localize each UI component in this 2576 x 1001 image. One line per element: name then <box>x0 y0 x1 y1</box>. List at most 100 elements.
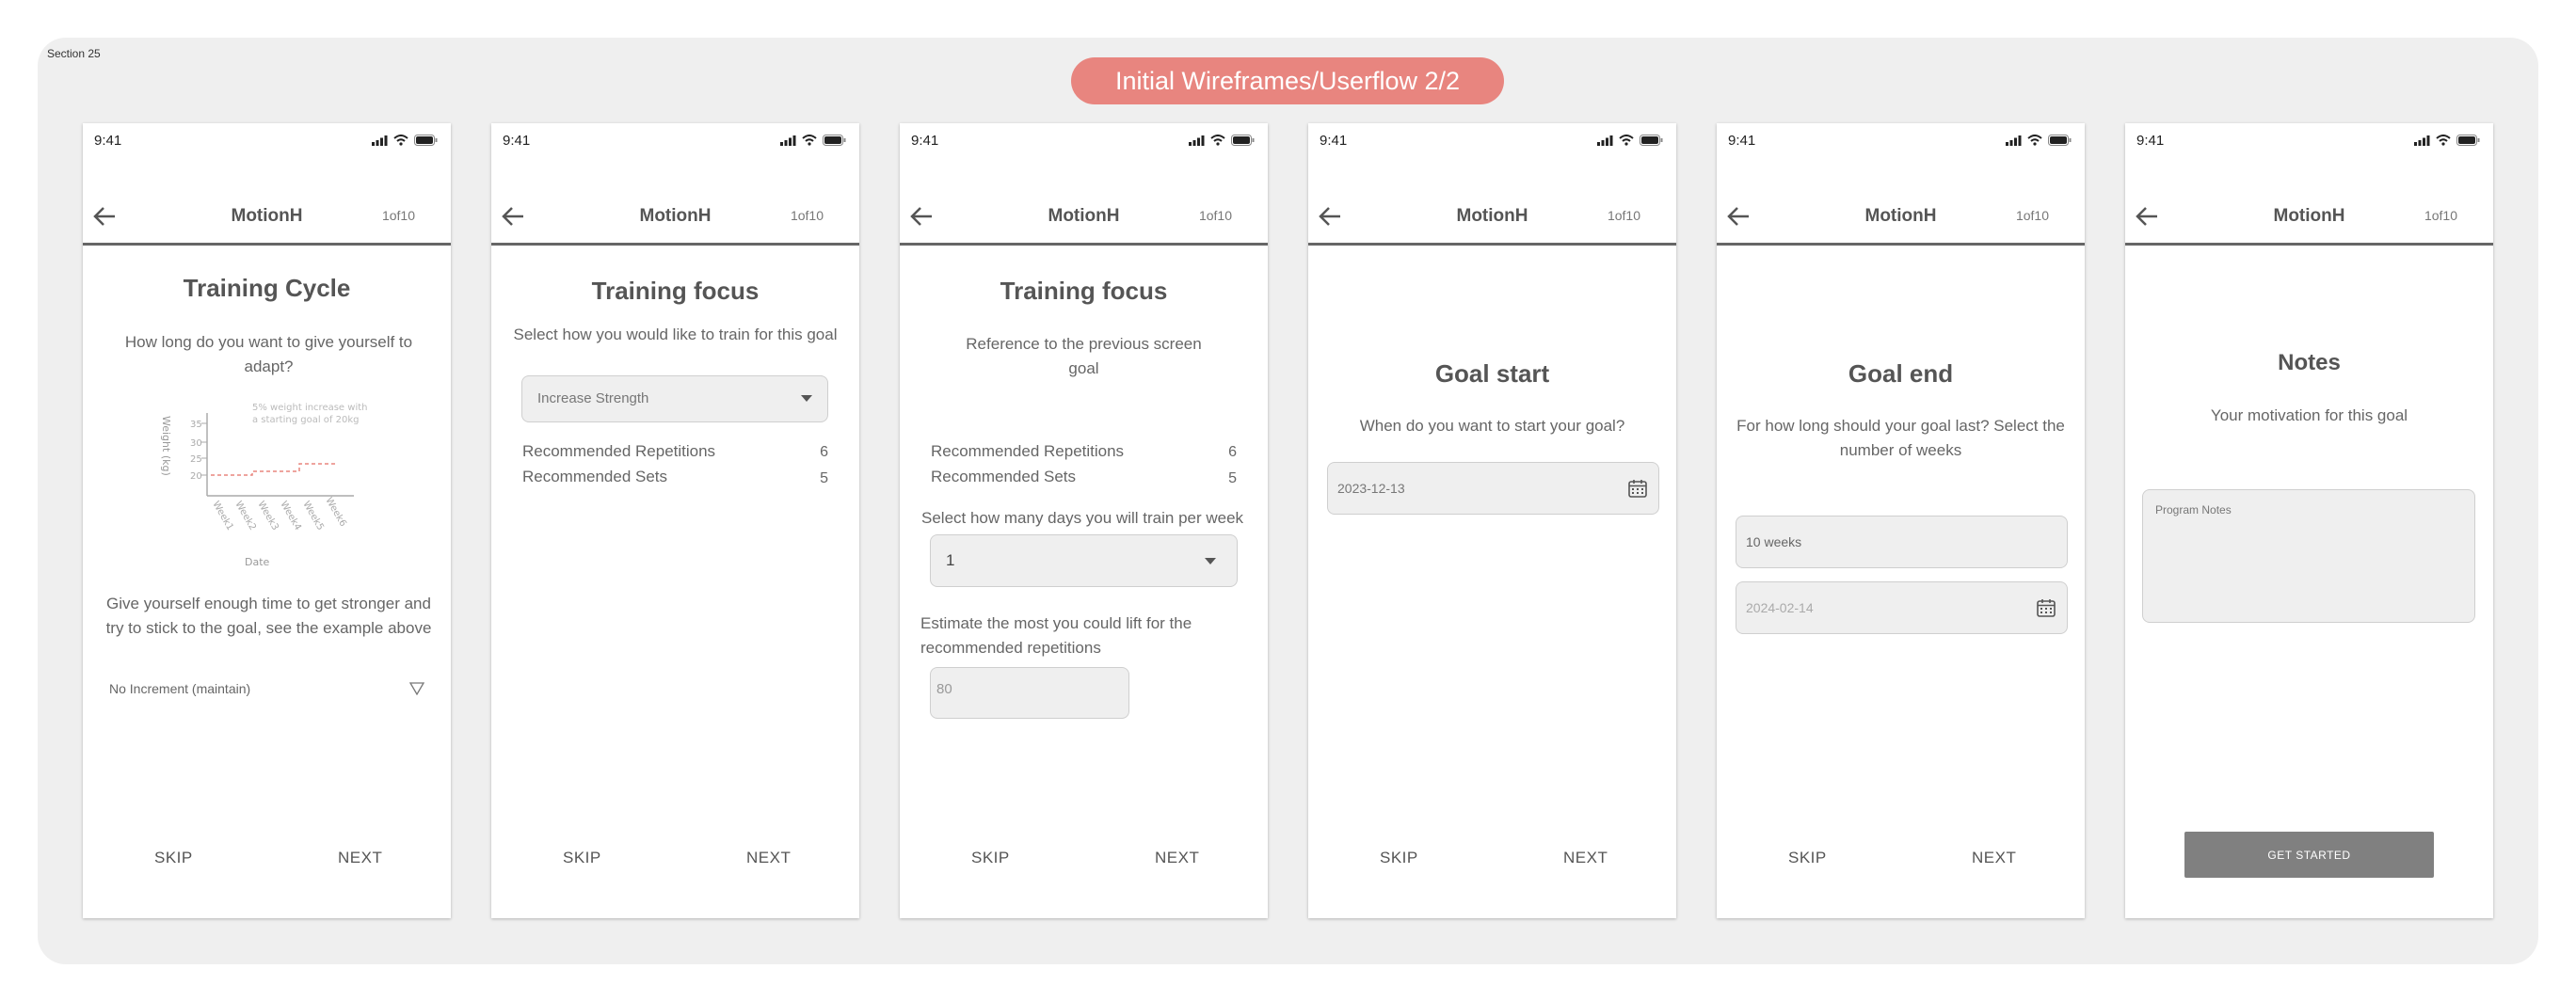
adapt-hint: Give yourself enough time to get stronge… <box>105 595 432 637</box>
wireframes-banner: Initial Wireframes/Userflow 2/2 <box>1071 57 1504 104</box>
chart-annotation-2: a starting goal of 20kg <box>252 415 359 425</box>
xtick-week6: Week6 <box>323 496 347 529</box>
status-bar: 9:41 <box>491 123 859 161</box>
calendar-icon[interactable] <box>2037 598 2056 617</box>
step-indicator: 1of10 <box>790 208 824 223</box>
battery-icon <box>414 135 438 146</box>
signal-icon <box>1189 135 1205 146</box>
phone-notes: 9:41 MotionH 1of10 Notes Your motivation… <box>2125 123 2493 918</box>
next-button[interactable]: NEXT <box>1972 849 2016 867</box>
weeks-input[interactable]: 10 weeks <box>1736 516 2068 568</box>
start-question: When do you want to start your goal? <box>1359 417 1625 435</box>
adapt-question: How long do you want to give yourself to… <box>124 333 413 375</box>
step-indicator: 1of10 <box>381 208 415 223</box>
chart-line-weight <box>211 463 337 476</box>
phone-training-focus-details: 9:41 MotionH 1of10 Training focus Refere… <box>900 123 1268 918</box>
status-time: 9:41 <box>94 133 122 149</box>
days-select[interactable]: 1 <box>930 534 1238 587</box>
skip-button[interactable]: SKIP <box>563 849 601 867</box>
example-weight-chart: 5% weight increase with a starting goal … <box>160 403 367 567</box>
xtick-week2: Week2 <box>232 500 257 532</box>
chart-ylabel: Weight (kg) <box>160 416 172 476</box>
phone-goal-start: 9:41 MotionH 1of10 Goal start When do yo… <box>1308 123 1676 918</box>
get-started-button[interactable]: GET STARTED <box>2184 832 2434 878</box>
next-button[interactable]: NEXT <box>746 849 791 867</box>
skip-button[interactable]: SKIP <box>1788 849 1827 867</box>
wifi-icon <box>2436 135 2451 146</box>
section-label: Section 25 <box>47 47 101 60</box>
days-question: Select how many days you will train per … <box>921 509 1244 527</box>
end-date-field[interactable]: 2024-02-14 <box>1736 581 2068 634</box>
battery-icon <box>823 135 846 146</box>
status-bar: 9:41 <box>900 123 1268 161</box>
status-time: 9:41 <box>1320 133 1348 149</box>
step-indicator: 1of10 <box>2015 208 2049 223</box>
screen-title: Notes <box>2278 350 2341 375</box>
triangle-down-icon <box>409 682 424 695</box>
focus-select[interactable]: Increase Strength <box>521 375 828 422</box>
xtick-week4: Week4 <box>278 500 302 532</box>
next-button[interactable]: NEXT <box>1563 849 1608 867</box>
ytick-35: 35 <box>190 420 202 430</box>
start-date-value: 2023-12-13 <box>1337 481 1405 496</box>
calendar-icon[interactable] <box>1628 479 1647 498</box>
ytick-25: 25 <box>190 454 202 465</box>
status-bar: 9:41 <box>1308 123 1676 161</box>
app-bar: MotionH 1of10 <box>2125 185 2493 246</box>
step-indicator: 1of10 <box>1198 208 1232 223</box>
next-button[interactable]: NEXT <box>1155 849 1199 867</box>
skip-button[interactable]: SKIP <box>154 849 193 867</box>
wifi-icon <box>2027 135 2042 146</box>
signal-icon <box>2006 135 2022 146</box>
status-bar: 9:41 <box>2125 123 2493 161</box>
ytick-20: 20 <box>190 471 202 482</box>
phone-goal-end: 9:41 MotionH 1of10 Goal end For how long… <box>1717 123 2085 918</box>
phone-training-focus: 9:41 MotionH 1of10 Training focus Select… <box>491 123 859 918</box>
sets-value: 5 <box>820 470 828 486</box>
skip-button[interactable]: SKIP <box>1380 849 1418 867</box>
chart-annotation-1: 5% weight increase with <box>252 403 367 413</box>
dropdown-caret-icon <box>801 395 812 402</box>
status-bar: 9:41 <box>83 123 451 161</box>
program-notes-placeholder: Program Notes <box>2155 503 2232 516</box>
next-button[interactable]: NEXT <box>338 849 382 867</box>
dropdown-caret-icon <box>1205 558 1216 564</box>
screen-title: Training Cycle <box>183 274 351 302</box>
focus-select-value: Increase Strength <box>537 390 649 406</box>
wifi-icon <box>1210 135 1225 146</box>
lift-question: Estimate the most you could lift for the… <box>920 614 1192 657</box>
sets-label: Recommended Sets <box>522 468 668 485</box>
reference-note: Reference to the previous screen goal <box>966 335 1202 377</box>
program-notes-textarea[interactable]: Program Notes <box>2142 489 2475 623</box>
increment-select-value: No Increment (maintain) <box>109 681 251 696</box>
phone-training-cycle: 9:41 MotionH 1of10 Training Cycle How lo… <box>83 123 451 918</box>
wifi-icon <box>393 135 408 146</box>
skip-button[interactable]: SKIP <box>971 849 1010 867</box>
signal-icon <box>1597 135 1613 146</box>
wifi-icon <box>1619 135 1634 146</box>
weeks-input-value: 10 weeks <box>1746 534 1802 549</box>
screen-title: Training focus <box>591 277 760 305</box>
focus-question: Select how you would like to train for t… <box>513 326 838 343</box>
status-time: 9:41 <box>911 133 939 149</box>
end-date-value: 2024-02-14 <box>1746 600 1814 615</box>
lift-input[interactable]: 80 <box>930 667 1129 719</box>
battery-icon <box>1231 135 1255 146</box>
app-bar: MotionH 1of10 <box>900 185 1268 246</box>
sets-label: Recommended Sets <box>931 468 1077 485</box>
battery-icon <box>2456 135 2480 146</box>
rep-label: Recommended Repetitions <box>522 442 716 460</box>
app-bar: MotionH 1of10 <box>1717 185 2085 246</box>
battery-icon <box>1640 135 1663 146</box>
status-time: 9:41 <box>1728 133 1756 149</box>
screen-title: Training focus <box>1000 277 1168 305</box>
wifi-icon <box>802 135 817 146</box>
signal-icon <box>2414 135 2430 146</box>
step-indicator: 1of10 <box>2424 208 2457 223</box>
get-started-label: GET STARTED <box>2267 848 2351 862</box>
rep-label: Recommended Repetitions <box>931 442 1125 460</box>
status-bar: 9:41 <box>1717 123 2085 161</box>
increment-select[interactable]: No Increment (maintain) <box>109 676 424 705</box>
start-date-field[interactable]: 2023-12-13 <box>1327 462 1659 515</box>
lift-input-value: 80 <box>936 681 952 697</box>
